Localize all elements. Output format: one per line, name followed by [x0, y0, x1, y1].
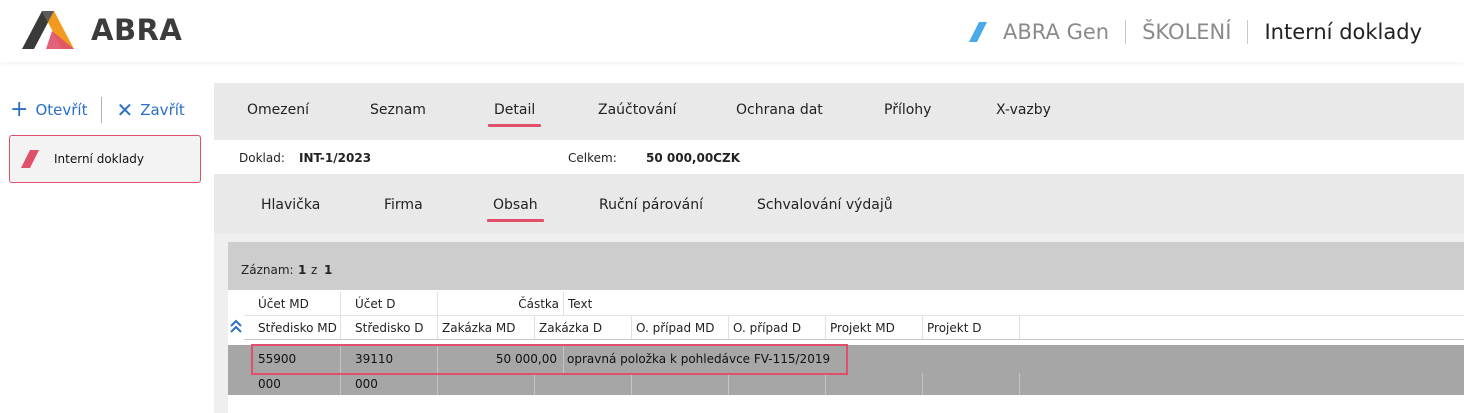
breadcrumb-separator — [1247, 20, 1249, 44]
record-total: 1 — [324, 263, 333, 277]
col-header-ucet-d[interactable]: Účet D — [341, 292, 438, 315]
record-navigator: Záznam: 1 z 1 — [228, 242, 1464, 290]
toolbar-divider — [101, 97, 103, 123]
celkem-value: 50 000,00CZK — [646, 151, 740, 165]
tab-rucni-parovani[interactable]: Ruční párování — [599, 197, 703, 213]
col-header-castka[interactable]: Částka — [438, 292, 564, 315]
breadcrumb: ABRA Gen ŠKOLENÍ Interní doklady — [967, 17, 1422, 47]
cell-zakazka-md[interactable] — [438, 373, 535, 395]
breadcrumb-item-abra-gen[interactable]: ABRA Gen — [1003, 20, 1109, 44]
close-button-label: Zavřít — [140, 101, 185, 119]
tab-detail[interactable]: Detail — [487, 102, 542, 127]
col-header-stredisko-md[interactable]: Středisko MD — [244, 316, 341, 339]
breadcrumb-item-skoleni[interactable]: ŠKOLENÍ — [1142, 20, 1231, 44]
doklad-label: Doklad: — [239, 151, 285, 165]
logo-text: ABRA — [91, 13, 183, 47]
grid-header-row-2: Středisko MD Středisko D Zakázka MD Zaká… — [244, 316, 1464, 340]
breadcrumb-separator — [1125, 20, 1127, 44]
row-highlight-box — [251, 344, 848, 375]
plus-icon: + — [10, 97, 29, 122]
cell-stredisko-d[interactable]: 000 — [341, 373, 438, 395]
table-row[interactable]: 000 000 — [244, 373, 1464, 395]
document-info-bar: Doklad: INT-1/2023 Celkem: 50 000,00CZK — [214, 140, 1464, 174]
col-header-zakazka-d[interactable]: Zakázka D — [535, 316, 632, 339]
cell-projekt-md[interactable] — [826, 373, 923, 395]
tab-ochrana-dat[interactable]: Ochrana dat — [736, 102, 823, 118]
breadcrumb-item-current: Interní doklady — [1264, 20, 1422, 44]
col-header-o-pripad-md[interactable]: O. případ MD — [632, 316, 729, 339]
tab-x-vazby[interactable]: X-vazby — [996, 102, 1051, 118]
left-toolbar: + Otevřít ✕ Zavřít — [10, 96, 185, 124]
col-header-projekt-d[interactable]: Projekt D — [923, 316, 1020, 339]
cell-o-pripad-md[interactable] — [632, 373, 729, 395]
tab-zauctovani[interactable]: Zaúčtování — [598, 102, 676, 118]
celkem-label: Celkem: — [568, 151, 617, 165]
main-tabs: Omezení Seznam Detail Zaúčtování Ochrana… — [214, 83, 1464, 140]
col-header-zakazka-md[interactable]: Zakázka MD — [438, 316, 535, 339]
abra-gen-icon — [969, 22, 988, 42]
open-document-card[interactable]: Interní doklady — [9, 135, 201, 183]
col-header-projekt-md[interactable]: Projekt MD — [826, 316, 923, 339]
collapse-rows-icon[interactable] — [228, 315, 244, 337]
content-grid: Záznam: 1 z 1 Účet MD Účet D Částka Text… — [228, 242, 1464, 413]
open-button-label: Otevřít — [35, 101, 88, 119]
main-panel: Omezení Seznam Detail Zaúčtování Ochrana… — [214, 83, 1464, 413]
cell-o-pripad-d[interactable] — [729, 373, 826, 395]
record-of: z — [311, 263, 318, 277]
close-icon: ✕ — [116, 98, 134, 122]
cell-projekt-d[interactable] — [923, 373, 1020, 395]
doklad-value: INT-1/2023 — [299, 151, 372, 165]
record-current: 1 — [298, 263, 307, 277]
abra-logo[interactable]: ABRA — [22, 11, 182, 49]
tab-prilohy[interactable]: Přílohy — [884, 102, 931, 118]
open-button[interactable]: + Otevřít — [10, 99, 87, 121]
tab-obsah[interactable]: Obsah — [487, 197, 544, 222]
col-header-stredisko-d[interactable]: Středisko D — [341, 316, 438, 339]
close-button[interactable]: ✕ Zavřít — [116, 100, 184, 120]
top-bar: ABRA ABRA Gen ŠKOLENÍ Interní doklady — [0, 0, 1464, 62]
tab-firma[interactable]: Firma — [384, 197, 423, 213]
record-label: Záznam: — [241, 263, 294, 277]
document-card-label: Interní doklady — [54, 152, 145, 166]
col-header-o-pripad-d[interactable]: O. případ D — [729, 316, 826, 339]
tab-schvalovani-vydaju[interactable]: Schvalování výdajů — [757, 197, 893, 213]
tab-seznam[interactable]: Seznam — [370, 102, 426, 118]
col-header-text[interactable]: Text — [564, 292, 1464, 315]
document-type-icon — [21, 150, 39, 168]
sub-tabs: Hlavička Firma Obsah Ruční párování Schv… — [214, 174, 1464, 234]
abra-logo-icon — [22, 11, 74, 49]
grid-header-row-1: Účet MD Účet D Částka Text — [244, 292, 1464, 316]
cell-zakazka-d[interactable] — [535, 373, 632, 395]
cell-stredisko-md[interactable]: 000 — [244, 373, 341, 395]
tab-omezeni[interactable]: Omezení — [247, 102, 309, 118]
col-header-ucet-md[interactable]: Účet MD — [244, 292, 341, 315]
row-selector-band — [228, 345, 244, 395]
tab-hlavicka[interactable]: Hlavička — [261, 197, 320, 213]
